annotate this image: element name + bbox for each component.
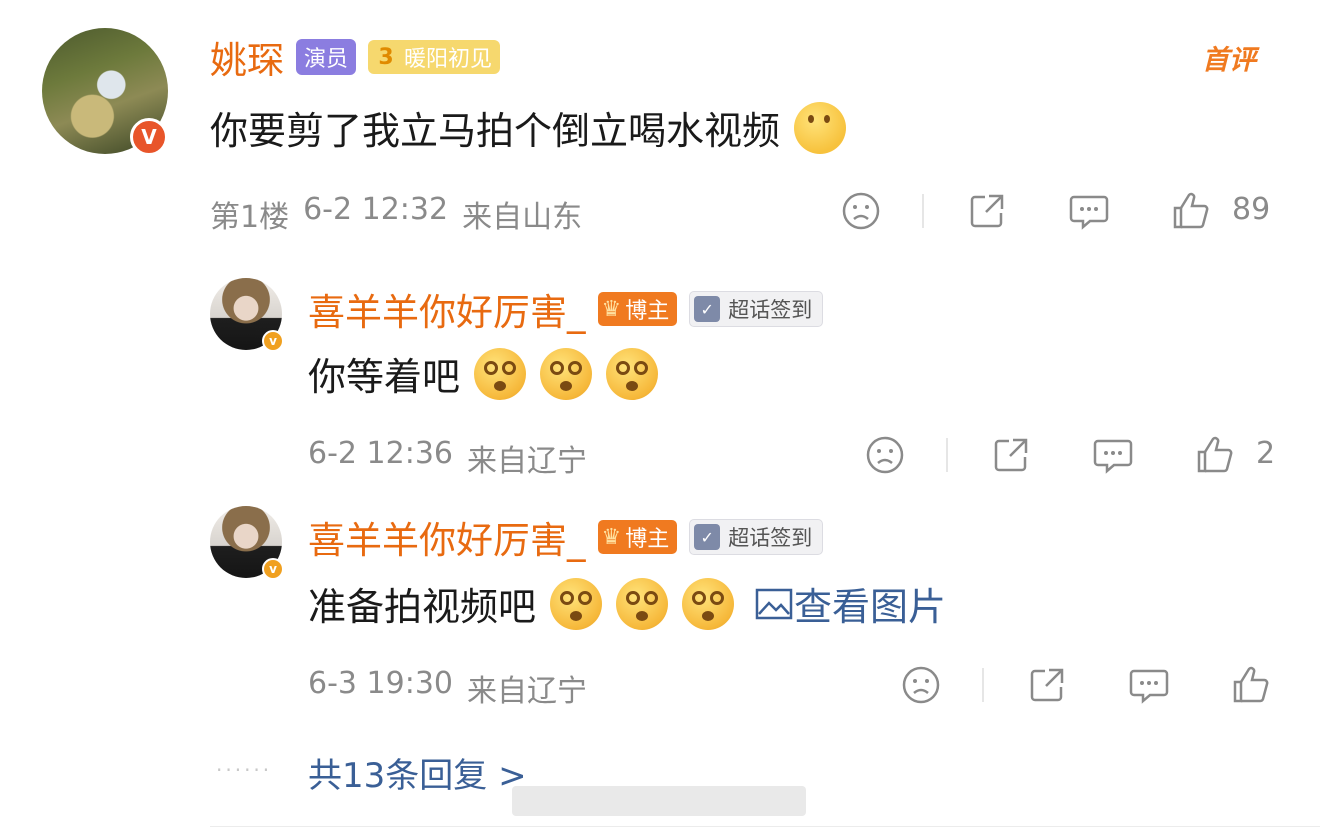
verified-badge-icon: V — [130, 118, 168, 156]
timestamp: 6-2 12:36 — [308, 436, 453, 471]
blogger-label: 博主 — [625, 527, 670, 552]
sad-face-icon[interactable] — [840, 190, 882, 232]
username[interactable]: 姚琛 — [210, 30, 284, 84]
first-comment-badge: 首评 — [1202, 45, 1256, 76]
salute-emoji-icon — [794, 101, 847, 154]
calendar-check-icon: ✓ — [694, 296, 721, 322]
timestamp: 6-3 19:30 — [308, 666, 453, 701]
reply-meta: 6-3 19:30 来自辽宁 — [308, 666, 587, 710]
super-topic-checkin-badge[interactable]: ✓ 超话签到 — [689, 519, 824, 555]
crown-icon: ♛ — [601, 296, 622, 322]
level-diamond-icon: 3 — [378, 44, 394, 70]
sad-face-icon[interactable] — [864, 434, 906, 476]
dizzy-face-emoji-icon — [540, 347, 593, 400]
share-icon[interactable] — [1026, 664, 1068, 706]
like-count: 89 — [1232, 192, 1271, 227]
blogger-badge: ♛ 博主 — [597, 292, 678, 326]
timestamp: 6-2 12:32 — [303, 192, 449, 227]
calendar-check-icon: ✓ — [694, 524, 721, 550]
image-icon — [755, 588, 793, 619]
thumbs-up-icon[interactable] — [1170, 190, 1212, 232]
checkin-label: 超话签到 — [728, 298, 813, 322]
dizzy-face-emoji-icon — [474, 347, 527, 400]
blogger-label: 博主 — [625, 299, 670, 324]
divider — [982, 668, 984, 702]
reply-body: 准备拍视频吧 — [308, 585, 537, 629]
like-count: 2 — [1256, 436, 1276, 471]
crown-icon: ♛ — [601, 524, 622, 550]
actor-badge: 演员 — [296, 39, 357, 75]
thumbs-up-icon[interactable] — [1230, 664, 1272, 706]
divider — [210, 826, 1320, 827]
dizzy-face-emoji-icon — [616, 577, 669, 630]
comment-icon[interactable] — [1068, 190, 1110, 232]
comment-icon[interactable] — [1092, 434, 1134, 476]
location: 来自辽宁 — [467, 674, 587, 709]
comment-meta: 第1楼 6-2 12:32 来自山东 — [210, 192, 582, 236]
reply-username[interactable]: 喜羊羊你好厉害_ — [308, 510, 586, 564]
reply-text: 你等着吧 — [308, 346, 659, 401]
thumbs-up-icon[interactable] — [1194, 434, 1236, 476]
dizzy-face-emoji-icon — [606, 347, 659, 400]
verified-badge-icon: v — [262, 330, 284, 352]
floor-label: 第1楼 — [210, 200, 290, 235]
watermark — [512, 786, 806, 816]
view-image-label: 查看图片 — [794, 585, 947, 629]
comment-text: 你要剪了我立马拍个倒立喝水视频 — [210, 100, 847, 155]
divider — [946, 438, 948, 472]
checkin-label: 超话签到 — [728, 526, 813, 550]
divider — [922, 194, 924, 228]
reply-username[interactable]: 喜羊羊你好厉害_ — [308, 282, 586, 336]
location: 来自山东 — [462, 200, 583, 235]
blogger-badge: ♛ 博主 — [597, 520, 678, 554]
share-icon[interactable] — [966, 190, 1008, 232]
more-replies-link[interactable]: 共13条回复 > — [308, 748, 527, 797]
verified-badge-icon: v — [262, 558, 284, 580]
dizzy-face-emoji-icon — [682, 577, 735, 630]
level-label: 暖阳初见 — [404, 47, 493, 72]
reply-body: 你等着吧 — [308, 355, 461, 399]
view-image-link[interactable]: 查看图片 — [754, 576, 946, 631]
location: 来自辽宁 — [467, 444, 587, 479]
dizzy-face-emoji-icon — [550, 577, 603, 630]
thread-dots: ······ — [216, 758, 273, 782]
share-icon[interactable] — [990, 434, 1032, 476]
sad-face-icon[interactable] — [900, 664, 942, 706]
reply-text: 准备拍视频吧 查看图片 — [308, 576, 946, 631]
comment-icon[interactable] — [1128, 664, 1170, 706]
comment-body: 你要剪了我立马拍个倒立喝水视频 — [210, 109, 781, 153]
fan-level-badge[interactable]: 3 暖阳初见 — [368, 40, 501, 74]
super-topic-checkin-badge[interactable]: ✓ 超话签到 — [689, 291, 824, 327]
reply-meta: 6-2 12:36 来自辽宁 — [308, 436, 587, 480]
